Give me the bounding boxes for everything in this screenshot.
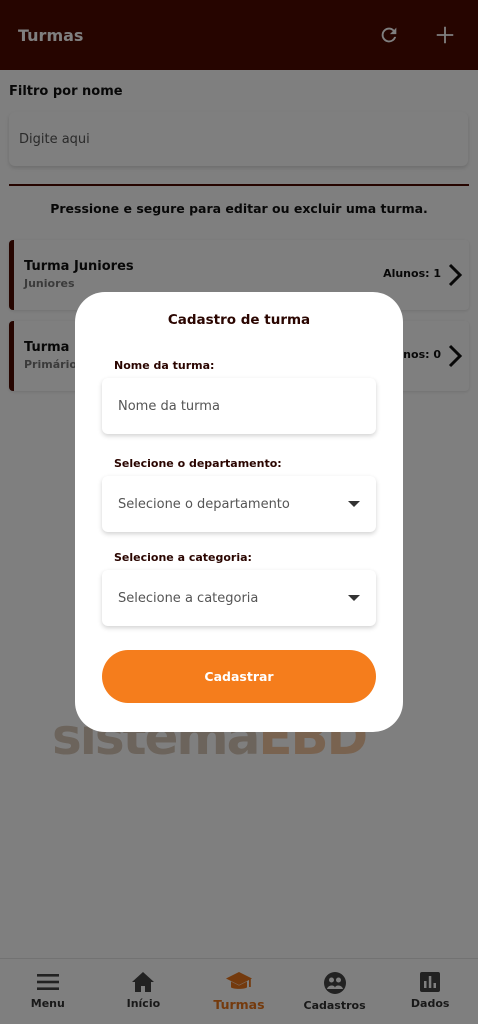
department-select[interactable]: Selecione o departamento	[102, 476, 376, 532]
category-select-value: Selecione a categoria	[118, 590, 259, 606]
category-label: Selecione a categoria:	[114, 551, 252, 564]
department-label: Selecione o departamento:	[114, 457, 282, 470]
category-select[interactable]: Selecione a categoria	[102, 570, 376, 626]
department-select-value: Selecione o departamento	[118, 496, 290, 512]
class-name-label: Nome da turma:	[114, 359, 215, 372]
dropdown-arrow-icon	[348, 501, 360, 507]
register-class-dialog: Cadastro de turma Nome da turma: Selecio…	[75, 292, 403, 732]
class-name-field[interactable]	[102, 378, 376, 434]
dialog-title: Cadastro de turma	[167, 312, 311, 328]
dropdown-arrow-icon	[348, 595, 360, 601]
class-name-input[interactable]	[118, 398, 360, 414]
register-button[interactable]: Cadastrar	[102, 650, 376, 703]
